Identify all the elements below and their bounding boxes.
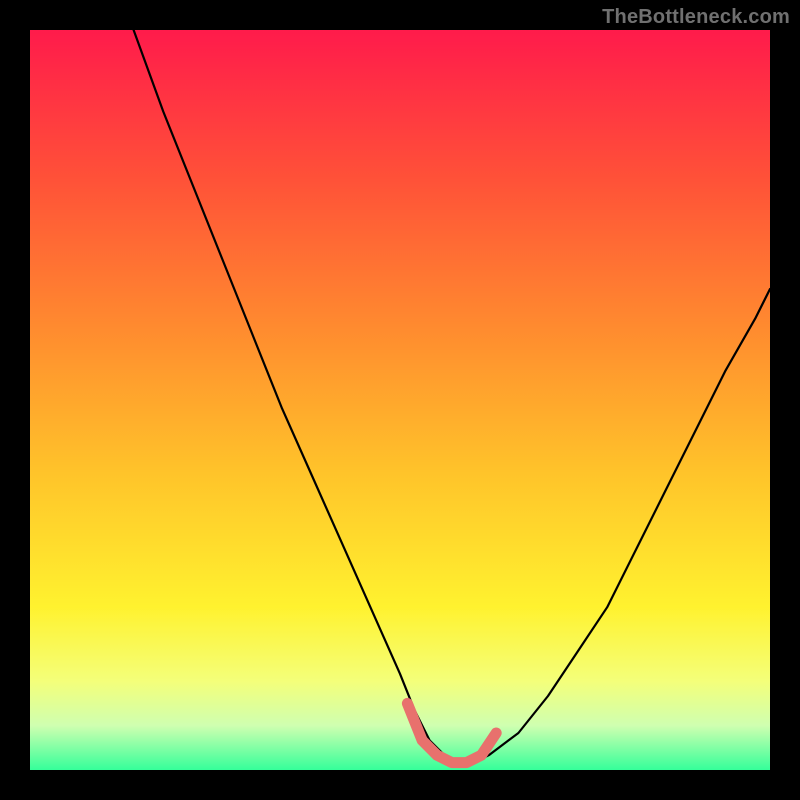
gradient-background [30,30,770,770]
watermark-text: TheBottleneck.com [602,6,790,29]
chart-svg [30,30,770,770]
chart-frame: TheBottleneck.com [0,0,800,800]
plot-area [30,30,770,770]
